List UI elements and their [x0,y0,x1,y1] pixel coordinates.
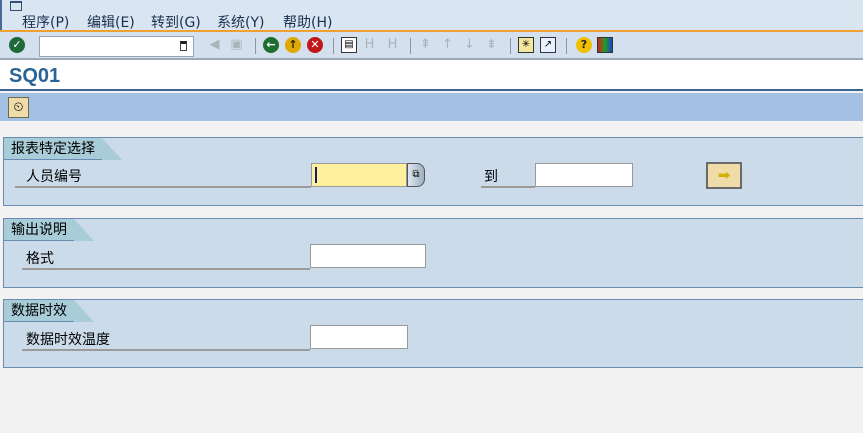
personnel-number-label: 人员编号 [26,169,82,185]
layout-label: 格式 [26,251,54,267]
last-page-icon[interactable]: ⇟ [484,37,499,53]
separator [510,38,511,54]
standard-toolbar: ✓ ◀ ▣ ← ↑ ✕ ▤ H H ⇞ ↑ ↓ ⇟ ✳ ↗ ? [0,32,863,60]
title-bar: SQ01 [0,60,863,91]
help-icon[interactable]: ? [576,37,592,53]
cancel-icon[interactable]: ✕ [307,37,323,53]
execute-button[interactable]: ⏲ [8,97,29,118]
print-icon[interactable]: ▤ [341,37,357,53]
group-selection: 报表特定选择 人员编号 ⧉ 到 ➡ [3,137,863,206]
data-timeliness-label: 数据时效温度 [26,332,110,348]
shortcut-icon[interactable]: ↗ [540,37,556,53]
menu-system[interactable]: 系统(Y) [217,12,264,32]
layout-input[interactable] [310,244,426,268]
personnel-number-to-input[interactable] [535,163,633,187]
back-nav-icon[interactable]: ◀ [207,37,222,53]
label-underline [22,268,310,270]
separator [333,38,334,54]
group-data-timeliness: 数据时效 数据时效温度 [3,299,863,368]
group-title: 报表特定选择 [4,138,122,160]
customize-layout-icon[interactable] [597,37,613,53]
menu-bar: 程序(P) 编辑(E) 转到(G) 系统(Y) 帮助(H) [0,0,863,32]
next-page-icon[interactable]: ↓ [462,37,477,53]
new-session-icon[interactable]: ✳ [518,37,534,53]
multiple-selection-arrow-button[interactable]: ➡ [706,162,742,189]
arrow-right-icon: ➡ [717,166,731,184]
find-next-icon[interactable]: H [385,37,400,53]
text-cursor [315,167,317,183]
multiple-selection-button[interactable]: ⧉ [407,163,425,187]
separator [255,38,256,54]
menu-goto[interactable]: 转到(G) [151,12,201,32]
label-underline [15,186,311,188]
save-icon[interactable]: ▣ [229,37,244,53]
label-underline [22,349,310,351]
separator [566,38,567,54]
separator [410,38,411,54]
first-page-icon[interactable]: ⇞ [418,37,433,53]
execute-icon: ⏲ [13,100,24,115]
menu-program[interactable]: 程序(P) [22,12,69,32]
system-menu-icon[interactable] [10,1,22,11]
menu-edit[interactable]: 编辑(E) [87,12,135,32]
previous-page-icon[interactable]: ↑ [440,37,455,53]
to-label: 到 [484,169,498,185]
exit-icon[interactable]: ↑ [285,37,301,53]
command-field[interactable] [39,36,194,57]
personnel-number-from-input[interactable] [311,163,407,187]
back-icon[interactable]: ← [263,37,279,53]
page-title: SQ01 [9,65,61,87]
label-underline [481,186,535,188]
application-toolbar: ⏲ [0,93,863,121]
find-icon[interactable]: H [362,37,377,53]
menu-help[interactable]: 帮助(H) [283,12,332,32]
enter-icon[interactable]: ✓ [9,37,25,53]
dropdown-icon[interactable] [180,41,187,51]
group-title: 数据时效 [4,300,94,322]
group-title: 输出说明 [4,219,94,241]
group-output: 输出说明 格式 [3,218,863,288]
data-timeliness-input[interactable] [310,325,408,349]
